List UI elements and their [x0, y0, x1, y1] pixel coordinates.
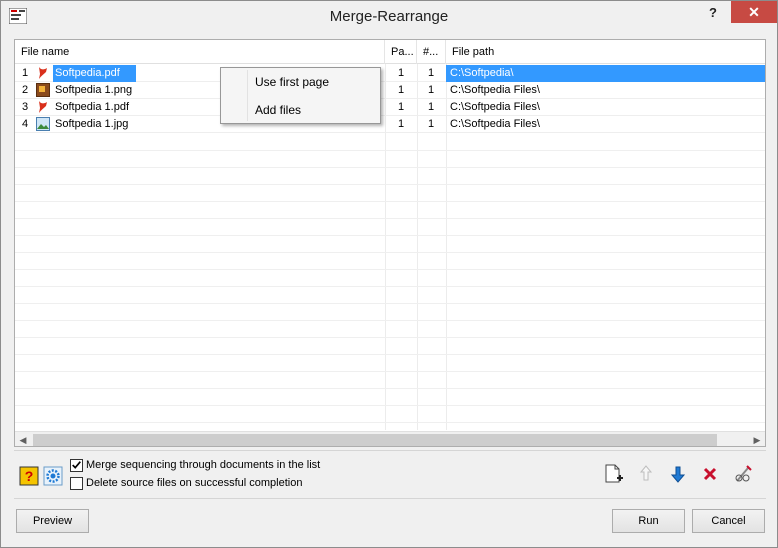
row-index: 2 — [22, 84, 29, 96]
grid-line — [15, 252, 765, 253]
grid-line — [15, 235, 765, 236]
png-file-icon — [36, 83, 50, 97]
delete-source-label[interactable]: Delete source files on successful comple… — [86, 477, 302, 489]
list-header: File name Pa... #... File path — [15, 40, 765, 64]
grid-line — [15, 218, 765, 219]
cancel-button[interactable]: Cancel — [692, 509, 765, 533]
pdf-file-icon — [39, 67, 47, 79]
separator — [14, 498, 766, 499]
table-row[interactable]: 4 Softpedia 1.jpg 1 1 C:\Softpedia Files… — [15, 116, 765, 133]
separator — [14, 450, 766, 451]
grid-line — [15, 371, 765, 372]
menu-item-use-first-page[interactable]: Use first page — [255, 75, 329, 89]
grid-line — [15, 269, 765, 270]
table-row[interactable]: 1 Softpedia.pdf 1 1 C:\Softpedia\ — [15, 65, 765, 82]
menu-gutter — [247, 70, 248, 121]
grid-line — [15, 337, 765, 338]
file-name: Softpedia.pdf — [55, 67, 120, 79]
merge-sequencing-checkbox[interactable] — [70, 459, 83, 472]
page-number: 1 — [428, 118, 435, 130]
scroll-right-arrow-icon[interactable]: ▶ — [749, 432, 765, 446]
checkmark-icon — [72, 461, 81, 469]
add-file-icon[interactable] — [602, 463, 624, 485]
title-bar: Merge-Rearrange ? ✕ — [1, 1, 777, 33]
row-index: 3 — [22, 101, 29, 113]
preview-button[interactable]: Preview — [16, 509, 89, 533]
run-button[interactable]: Run — [612, 509, 685, 533]
grid-line — [15, 422, 765, 423]
page-count: 1 — [398, 84, 405, 96]
page-number: 1 — [428, 67, 435, 79]
close-button[interactable]: ✕ — [731, 1, 777, 23]
grid-line — [15, 405, 765, 406]
window-title: Merge-Rearrange — [329, 8, 449, 25]
merge-rearrange-dialog: Merge-Rearrange ? ✕ File name Pa... #...… — [0, 0, 778, 548]
file-path: C:\Softpedia\ — [450, 67, 514, 79]
table-row[interactable]: 2 Softpedia 1.png 1 1 C:\Softpedia Files… — [15, 82, 765, 99]
grid-line — [15, 184, 765, 185]
grid-line — [15, 388, 765, 389]
grid-line — [15, 354, 765, 355]
column-header-number[interactable]: #... — [417, 40, 446, 64]
page-number: 1 — [428, 84, 435, 96]
jpg-file-icon — [36, 117, 50, 131]
file-path: C:\Softpedia Files\ — [450, 118, 540, 130]
row-index: 1 — [22, 67, 29, 79]
file-path: C:\Softpedia Files\ — [450, 84, 540, 96]
move-down-arrow-icon[interactable] — [667, 463, 689, 485]
grid-line — [15, 150, 765, 151]
grid-line — [15, 167, 765, 168]
row-index: 4 — [22, 118, 29, 130]
menu-item-add-files[interactable]: Add files — [255, 103, 301, 117]
page-number: 1 — [428, 101, 435, 113]
move-up-arrow-icon[interactable] — [635, 463, 657, 485]
grid-line — [15, 201, 765, 202]
settings-gear-icon[interactable] — [43, 466, 63, 486]
horizontal-scrollbar[interactable]: ◀ ▶ — [15, 431, 765, 446]
column-header-pages[interactable]: Pa... — [385, 40, 417, 64]
column-header-file-path[interactable]: File path — [446, 40, 765, 64]
table-row[interactable]: 3 Softpedia 1.pdf 1 1 C:\Softpedia Files… — [15, 99, 765, 116]
svg-text:?: ? — [25, 468, 34, 484]
scroll-left-arrow-icon[interactable]: ◀ — [15, 432, 31, 446]
page-count: 1 — [398, 118, 405, 130]
scrollbar-thumb[interactable] — [33, 434, 717, 446]
grid-line — [15, 320, 765, 321]
delete-source-checkbox[interactable] — [70, 477, 83, 490]
file-name: Softpedia 1.pdf — [55, 101, 130, 113]
file-name: Softpedia 1.jpg — [55, 118, 129, 130]
pdf-file-icon — [39, 101, 47, 113]
file-name: Softpedia 1.png — [55, 84, 133, 96]
page-count: 1 — [398, 67, 405, 79]
help-icon[interactable]: ? — [19, 466, 39, 486]
clear-list-icon[interactable] — [732, 463, 754, 485]
column-header-file-name[interactable]: File name — [15, 40, 385, 64]
merge-sequencing-label[interactable]: Merge sequencing through documents in th… — [86, 459, 320, 471]
delete-icon[interactable] — [699, 463, 721, 485]
grid-line — [15, 303, 765, 304]
file-path: C:\Softpedia Files\ — [450, 101, 540, 113]
context-menu: Use first page Add files — [220, 67, 381, 124]
page-count: 1 — [398, 101, 405, 113]
help-button[interactable]: ? — [701, 1, 725, 27]
grid-line — [15, 286, 765, 287]
file-list[interactable]: File name Pa... #... File path 1 Softped… — [14, 39, 766, 447]
